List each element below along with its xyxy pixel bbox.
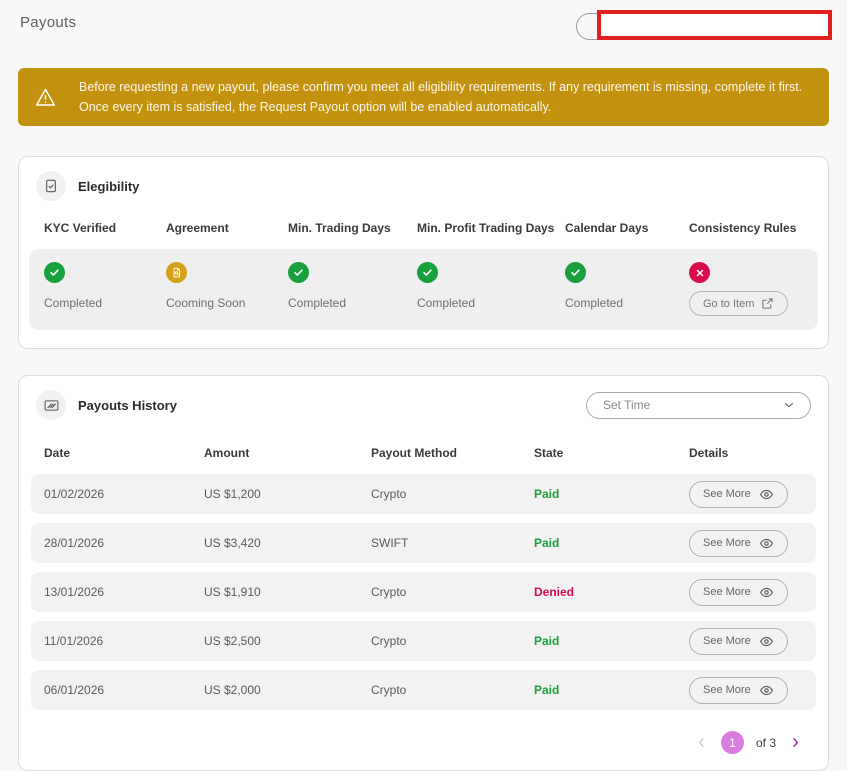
status-badge: Paid [534,536,689,550]
eligibility-status-min-profit-days: Completed [417,262,565,316]
see-more-label: See More [703,586,751,598]
eligibility-status-consistency: Go to Item [689,262,818,316]
col-amount: Amount [204,446,371,460]
cell-amount: US $1,910 [204,585,371,599]
status-label: Cooming Soon [166,296,245,310]
eligibility-status-band: Completed Cooming Soon Completed Complet… [29,249,818,330]
history-rows: 01/02/2026 US $1,200 Crypto Paid See Mor… [31,474,816,710]
page-header: Payouts [0,0,847,48]
external-link-icon [761,297,774,310]
cell-method: Crypto [371,683,534,697]
cell-date: 01/02/2026 [44,487,204,501]
eligibility-col-min-trading-days: Min. Trading Days [288,221,417,235]
pagination-current-page[interactable]: 1 [721,731,744,754]
status-label: Completed [565,296,623,310]
go-to-item-label: Go to Item [703,298,754,310]
x-circle-icon [689,262,710,283]
cell-date: 28/01/2026 [44,536,204,550]
chevron-down-icon [782,398,796,412]
see-more-label: See More [703,635,751,647]
eligibility-col-min-profit-days: Min. Profit Trading Days [417,221,565,235]
see-more-label: See More [703,488,751,500]
eye-icon [759,536,774,551]
see-more-label: See More [703,684,751,696]
status-badge: Denied [534,585,689,599]
banknote-icon [36,390,66,420]
col-state: State [534,446,689,460]
cell-method: Crypto [371,634,534,648]
history-table-header: Date Amount Payout Method State Details [19,434,828,472]
col-method: Payout Method [371,446,534,460]
eligibility-col-consistency: Consistency Rules [689,221,818,235]
table-row: 13/01/2026 US $1,910 Crypto Denied See M… [31,572,816,612]
cell-date: 06/01/2026 [44,683,204,697]
warning-icon [34,86,57,109]
cell-date: 11/01/2026 [44,634,204,648]
cell-amount: US $2,000 [204,683,371,697]
pagination-of-label: of 3 [756,736,776,750]
set-time-label: Set Time [603,398,650,412]
cell-amount: US $2,500 [204,634,371,648]
check-circle-icon [288,262,309,283]
chevron-left-icon[interactable] [694,735,709,750]
eye-icon [759,634,774,649]
chevron-right-icon[interactable] [788,735,803,750]
document-pending-icon [166,262,187,283]
table-row: 11/01/2026 US $2,500 Crypto Paid See Mor… [31,621,816,661]
see-more-button[interactable]: See More [689,530,788,557]
header-actions [576,10,832,42]
annotation-rectangle [597,10,832,40]
see-more-button[interactable]: See More [689,628,788,655]
eligibility-status-min-trading-days: Completed [288,262,417,316]
eligibility-warning-banner: Before requesting a new payout, please c… [18,68,829,126]
status-badge: Paid [534,683,689,697]
col-details: Details [689,446,803,460]
check-circle-icon [417,262,438,283]
eligibility-card: Elegibility KYC Verified Agreement Min. … [18,156,829,349]
cell-method: Crypto [371,487,534,501]
status-badge: Paid [534,634,689,648]
eye-icon [759,585,774,600]
cell-method: Crypto [371,585,534,599]
history-card-header: Payouts History Set Time [19,376,828,434]
status-label: Completed [288,296,346,310]
eligibility-card-header: Elegibility [19,157,828,215]
see-more-button[interactable]: See More [689,677,788,704]
check-circle-icon [565,262,586,283]
warning-text: Before requesting a new payout, please c… [79,77,803,117]
see-more-button[interactable]: See More [689,481,788,508]
cell-amount: US $3,420 [204,536,371,550]
pagination: 1 of 3 [19,719,828,770]
eligibility-title: Elegibility [78,179,139,194]
eligibility-status-calendar-days: Completed [565,262,689,316]
cell-method: SWIFT [371,536,534,550]
history-title: Payouts History [78,398,177,413]
go-to-item-button[interactable]: Go to Item [689,291,788,316]
payouts-history-card: Payouts History Set Time Date Amount Pay… [18,375,829,771]
status-badge: Paid [534,487,689,501]
eye-icon [759,683,774,698]
see-more-label: See More [703,537,751,549]
eligibility-status-kyc: Completed [44,262,166,316]
status-label: Completed [44,296,102,310]
table-row: 06/01/2026 US $2,000 Crypto Paid See Mor… [31,670,816,710]
table-row: 01/02/2026 US $1,200 Crypto Paid See Mor… [31,474,816,514]
page-title: Payouts [20,10,76,31]
set-time-dropdown[interactable]: Set Time [586,392,811,419]
eye-icon [759,487,774,502]
document-check-icon [36,171,66,201]
cell-amount: US $1,200 [204,487,371,501]
eligibility-columns: KYC Verified Agreement Min. Trading Days… [19,215,828,235]
check-circle-icon [44,262,65,283]
col-date: Date [44,446,204,460]
eligibility-col-agreement: Agreement [166,221,288,235]
see-more-button[interactable]: See More [689,579,788,606]
eligibility-status-agreement: Cooming Soon [166,262,288,316]
table-row: 28/01/2026 US $3,420 SWIFT Paid See More [31,523,816,563]
eligibility-col-kyc: KYC Verified [44,221,166,235]
eligibility-col-calendar-days: Calendar Days [565,221,689,235]
status-label: Completed [417,296,475,310]
cell-date: 13/01/2026 [44,585,204,599]
